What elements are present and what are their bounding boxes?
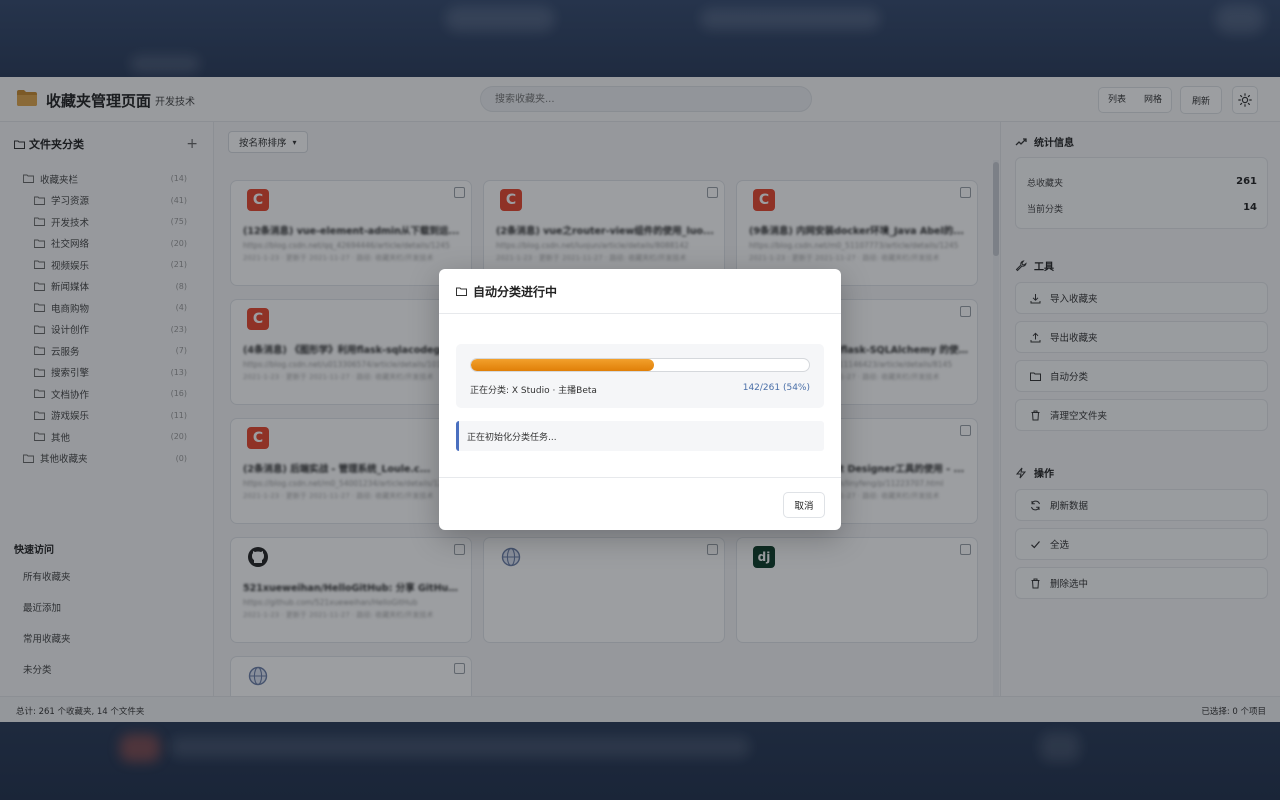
backdrop-bottom — [0, 722, 1280, 800]
auto-classify-dialog: 自动分类进行中 正在分类: X Studio · 主播Beta 142/261 … — [439, 269, 841, 530]
dialog-title: 自动分类进行中 — [473, 284, 558, 299]
progress-bar — [470, 358, 810, 372]
progress-label: 正在分类: X Studio · 主播Beta — [470, 386, 597, 396]
dialog-footer: 取消 — [439, 477, 841, 530]
backdrop-top — [0, 0, 1280, 77]
progress-bar-fill — [471, 359, 654, 371]
folder-icon — [456, 287, 467, 296]
dialog-header: 自动分类进行中 — [439, 269, 841, 314]
progress-panel: 正在分类: X Studio · 主播Beta 142/261 (54%) — [456, 344, 824, 408]
progress-count: 142/261 (54%) — [742, 383, 810, 393]
log-message: 正在初始化分类任务... — [456, 421, 824, 451]
cancel-button[interactable]: 取消 — [783, 492, 825, 518]
